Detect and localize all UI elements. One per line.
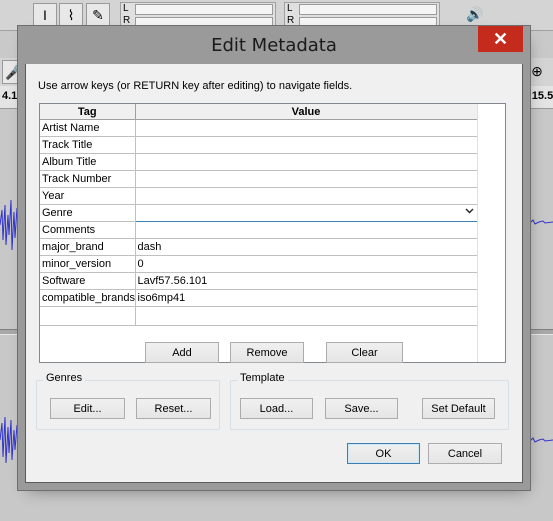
tag-cell[interactable]: Track Title bbox=[40, 136, 136, 154]
tag-cell[interactable]: Comments bbox=[40, 221, 136, 239]
instructions-text: Use arrow keys (or RETURN key after edit… bbox=[38, 80, 353, 92]
meter-l-label: L bbox=[287, 3, 293, 14]
waveform-right-bottom bbox=[523, 437, 553, 443]
tag-cell[interactable]: Software bbox=[40, 272, 136, 290]
table-row[interactable]: minor_version 0 bbox=[40, 255, 478, 273]
ruler-label-left: 4.10 bbox=[2, 90, 24, 102]
value-cell[interactable]: 0 bbox=[135, 255, 478, 273]
tag-cell[interactable]: Track Number bbox=[40, 170, 136, 188]
value-cell[interactable] bbox=[135, 119, 478, 137]
tag-cell[interactable]: Artist Name bbox=[40, 119, 136, 137]
value-cell[interactable] bbox=[135, 170, 478, 188]
add-button[interactable]: Add bbox=[145, 342, 219, 363]
value-cell[interactable] bbox=[135, 306, 478, 326]
table-row[interactable]: Artist Name bbox=[40, 119, 478, 137]
edit-metadata-dialog: Edit Metadata ✕ Use arrow keys (or RETUR… bbox=[19, 26, 529, 483]
close-icon: ✕ bbox=[492, 29, 509, 49]
meter-r-label: R bbox=[123, 15, 131, 26]
column-header-tag[interactable]: Tag bbox=[40, 104, 136, 120]
column-header-value[interactable]: Value bbox=[135, 104, 478, 120]
dialog-title: Edit Metadata bbox=[211, 35, 337, 56]
metadata-grid[interactable]: Tag Value Artist Name Track Title Album … bbox=[39, 103, 506, 363]
table-row[interactable]: Genre bbox=[40, 204, 478, 222]
table-row[interactable]: Software Lavf57.56.101 bbox=[40, 272, 478, 290]
envelope-tool-icon[interactable]: ⌇ bbox=[59, 3, 83, 27]
grid-empty-area bbox=[477, 104, 505, 362]
tag-cell[interactable]: minor_version bbox=[40, 255, 136, 273]
draw-tool-icon[interactable]: ✎ bbox=[86, 3, 110, 27]
ruler-label-right: 5:15.5 bbox=[522, 90, 553, 102]
tag-cell[interactable]: major_brand bbox=[40, 238, 136, 256]
table-row[interactable]: Year bbox=[40, 187, 478, 205]
genre-dropdown[interactable] bbox=[134, 204, 478, 222]
table-row[interactable]: Track Title bbox=[40, 136, 478, 154]
table-row[interactable]: Comments bbox=[40, 221, 478, 239]
clear-button[interactable]: Clear bbox=[326, 342, 403, 363]
tag-cell[interactable]: Year bbox=[40, 187, 136, 205]
value-cell[interactable] bbox=[135, 136, 478, 154]
table-row[interactable]: compatible_brands iso6mp41 bbox=[40, 289, 478, 307]
selection-tool-icon[interactable]: I bbox=[33, 3, 57, 27]
waveform-left-bottom bbox=[0, 416, 26, 464]
value-cell[interactable] bbox=[135, 153, 478, 171]
tag-cell[interactable]: Genre bbox=[40, 204, 136, 222]
waveform-right-top bbox=[523, 219, 553, 225]
genres-group-label: Genres bbox=[43, 372, 86, 384]
close-button[interactable]: ✕ bbox=[478, 26, 523, 52]
volume-icon: 🔊 bbox=[466, 6, 484, 22]
table-row[interactable]: Album Title bbox=[40, 153, 478, 171]
template-save-button[interactable]: Save... bbox=[325, 398, 398, 419]
tag-cell[interactable]: Album Title bbox=[40, 153, 136, 171]
genres-reset-button[interactable]: Reset... bbox=[136, 398, 211, 419]
meter-l-label: L bbox=[123, 3, 129, 14]
meter-r-label: R bbox=[287, 15, 295, 26]
remove-button[interactable]: Remove bbox=[230, 342, 304, 363]
dialog-title-bar[interactable]: Edit Metadata ✕ bbox=[19, 26, 529, 64]
value-cell[interactable]: iso6mp41 bbox=[135, 289, 478, 307]
value-cell[interactable] bbox=[135, 187, 478, 205]
chevron-down-icon[interactable] bbox=[465, 206, 474, 218]
tag-cell[interactable]: compatible_brands bbox=[40, 289, 136, 307]
table-row[interactable] bbox=[40, 306, 478, 326]
value-cell[interactable]: dash bbox=[135, 238, 478, 256]
cancel-button[interactable]: Cancel bbox=[428, 443, 502, 464]
table-row[interactable]: Track Number bbox=[40, 170, 478, 188]
tag-cell[interactable] bbox=[40, 306, 136, 326]
genres-edit-button[interactable]: Edit... bbox=[50, 398, 125, 419]
template-load-button[interactable]: Load... bbox=[240, 398, 313, 419]
ok-button[interactable]: OK bbox=[347, 443, 420, 464]
table-row[interactable]: major_brand dash bbox=[40, 238, 478, 256]
template-group-label: Template bbox=[237, 372, 288, 384]
template-set-default-button[interactable]: Set Default bbox=[422, 398, 495, 419]
waveform-left-top bbox=[0, 199, 26, 251]
zoom-icon[interactable]: ⊕ bbox=[526, 60, 548, 82]
value-cell[interactable]: Lavf57.56.101 bbox=[135, 272, 478, 290]
value-cell[interactable] bbox=[135, 221, 478, 239]
